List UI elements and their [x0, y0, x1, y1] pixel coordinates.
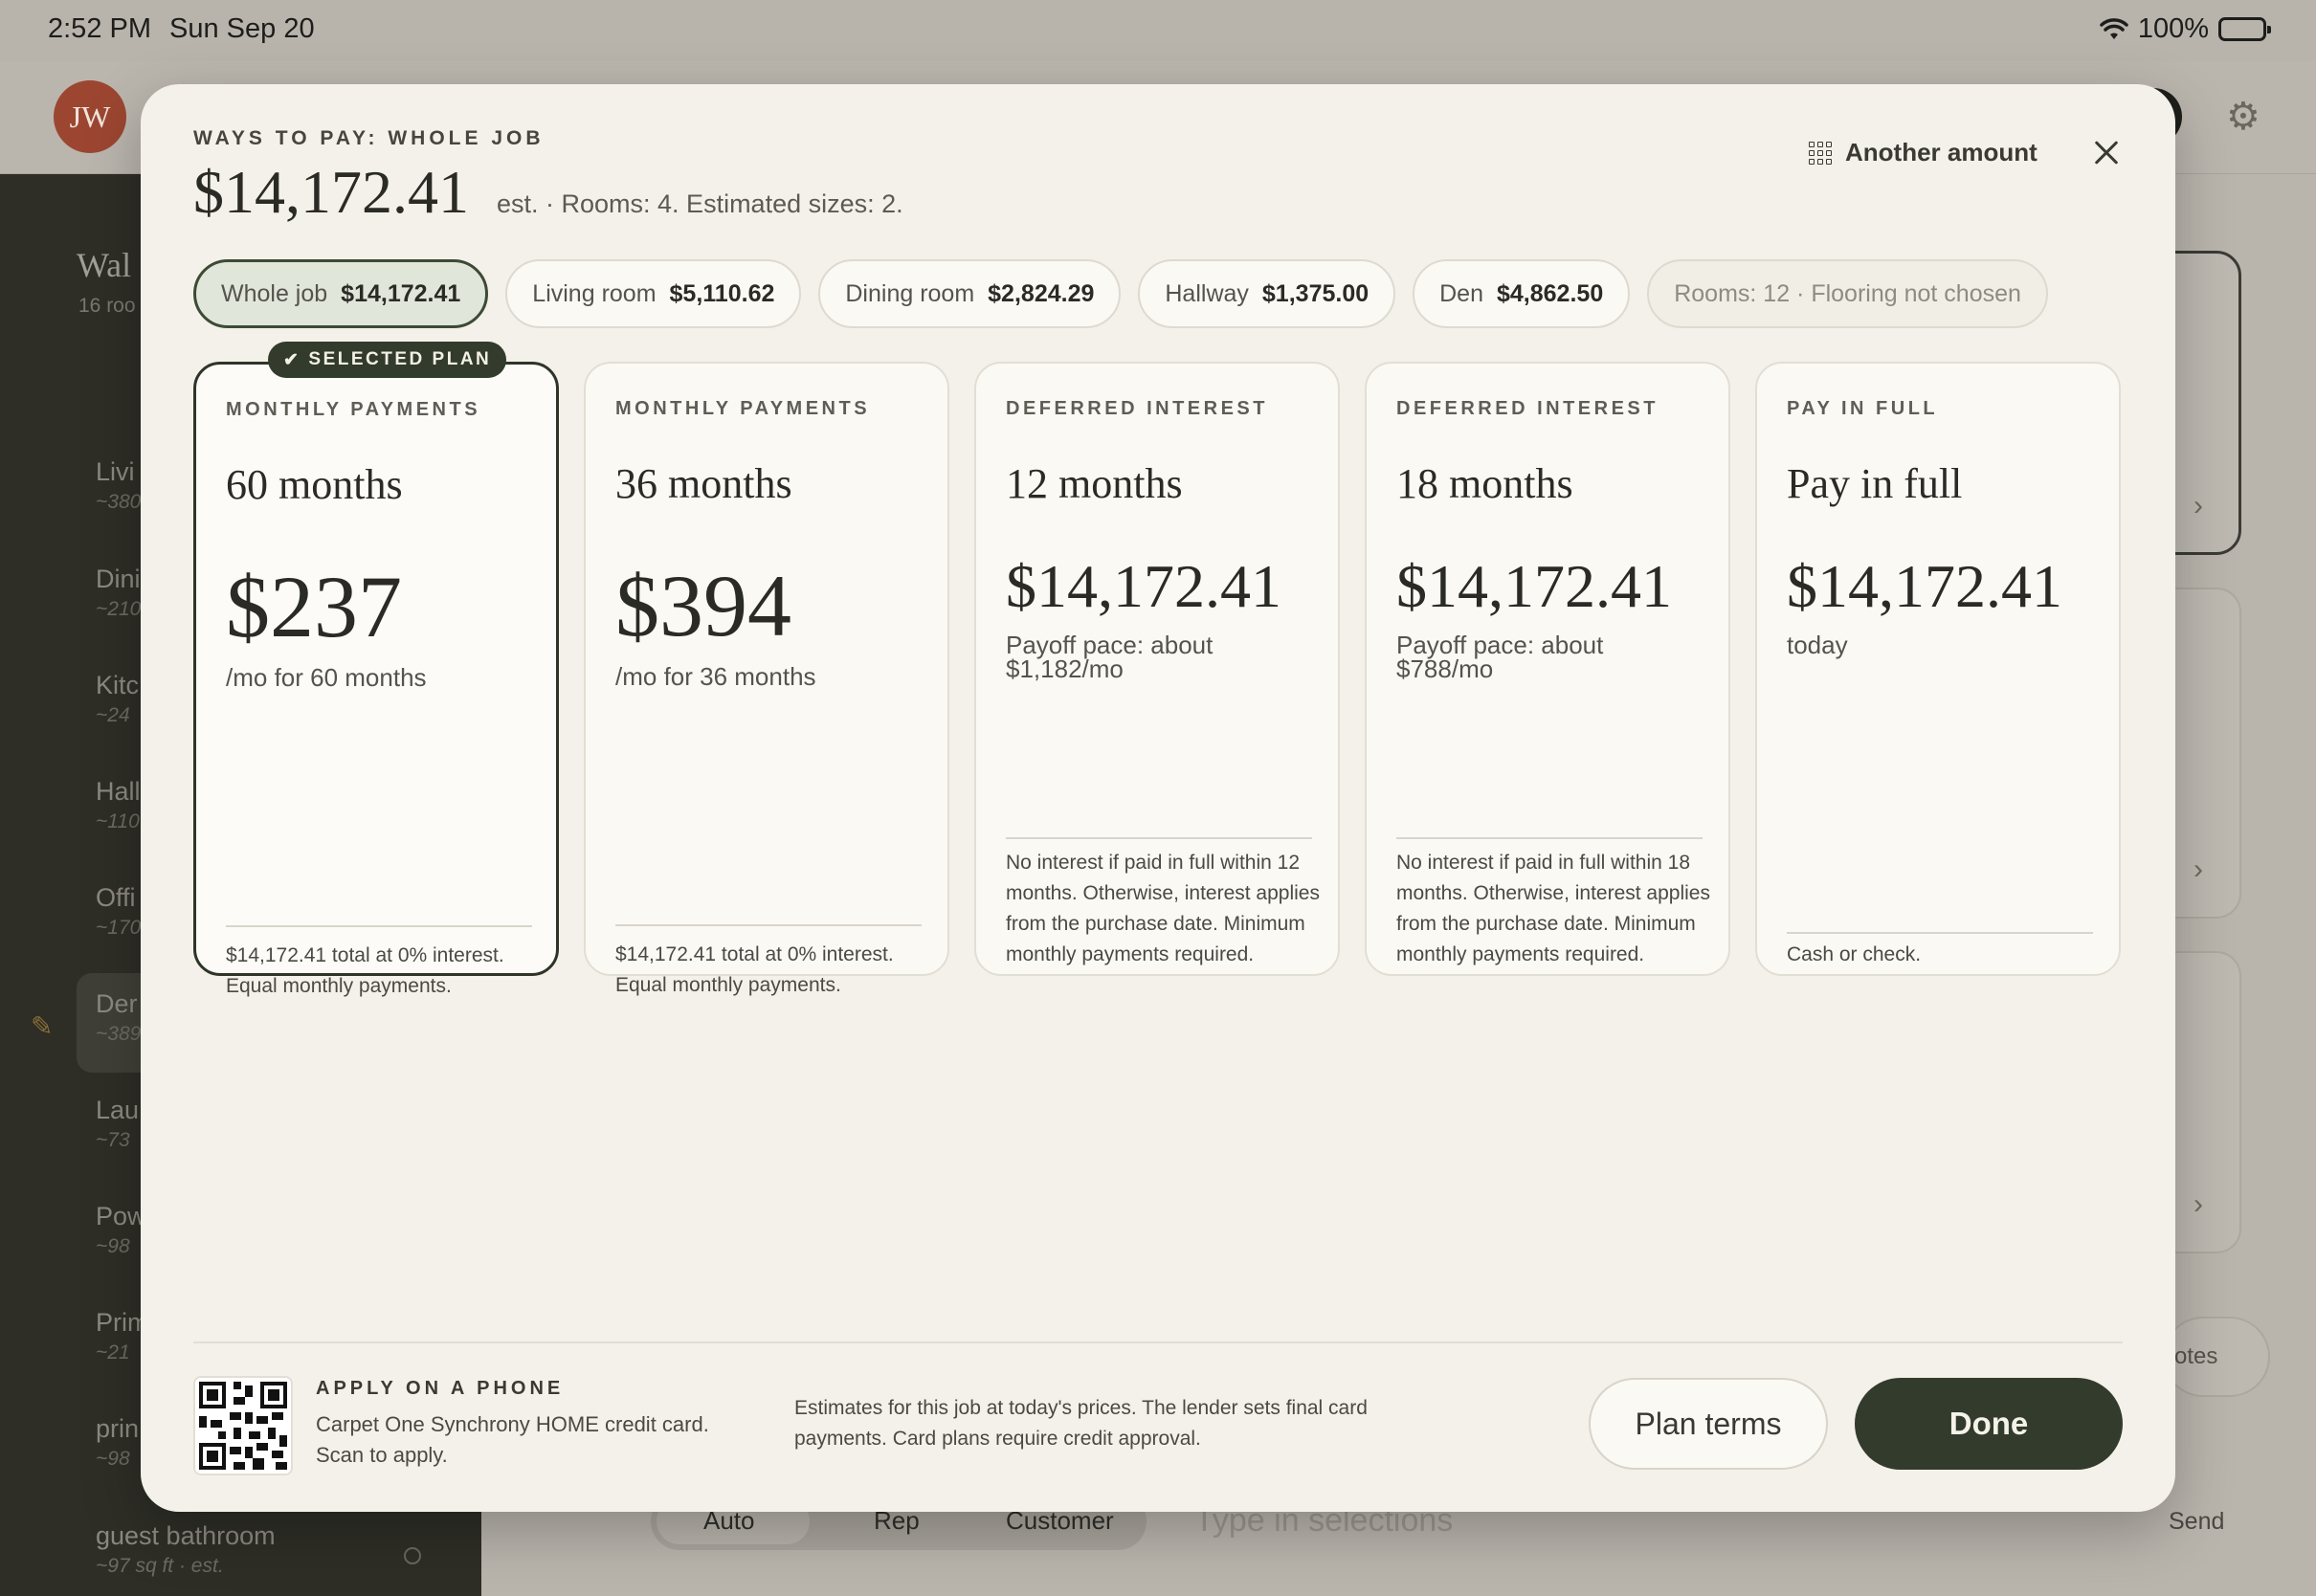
- plan-card-pay-in-full[interactable]: PAY IN FULL Pay in full $14,172.41 today…: [1755, 362, 2121, 976]
- plan-type: DEFERRED INTEREST: [1006, 398, 1268, 419]
- job-total: $14,172.41: [193, 158, 469, 226]
- chip-whole-job[interactable]: Whole job $14,172.41: [193, 259, 489, 328]
- plan-amount: $14,172.41: [1787, 552, 2062, 620]
- plan-card-12-months[interactable]: DEFERRED INTEREST 12 months $14,172.41 P…: [974, 362, 1340, 976]
- sidebar-subtitle: 16 roo: [78, 295, 136, 317]
- status-right: 100%: [2100, 13, 2271, 45]
- status-date: Sun Sep 20: [169, 13, 315, 44]
- room-radio[interactable]: [404, 1547, 421, 1564]
- plan-divider: [1006, 837, 1312, 839]
- plan-term: 18 months: [1396, 460, 1573, 507]
- battery-icon: [2218, 17, 2271, 41]
- pencil-icon[interactable]: ✎: [31, 1010, 53, 1042]
- notes-button[interactable]: otes: [2163, 1317, 2270, 1397]
- plan-footnote: $14,172.41 total at 0% interest. Equal m…: [226, 944, 504, 997]
- status-bar: 2:52 PM Sun Sep 20 100%: [0, 0, 2316, 61]
- plan-footnote: No interest if paid in full within 12 mo…: [1006, 852, 1320, 965]
- check-icon: ✔: [283, 349, 301, 370]
- apply-text: Carpet One Synchrony HOME credit card. S…: [316, 1412, 709, 1467]
- chevron-right-icon[interactable]: ›: [2194, 853, 2203, 886]
- gear-icon[interactable]: ⚙: [2226, 98, 2264, 136]
- chip-den[interactable]: Den $4,862.50: [1413, 259, 1631, 328]
- scope-chips: Whole job $14,172.41 Living room $5,110.62…: [193, 259, 2048, 328]
- chip-dining-room[interactable]: Dining room $2,824.29: [818, 259, 1122, 328]
- plan-amount: $14,172.41: [1396, 552, 1672, 620]
- plan-type: PAY IN FULL: [1787, 398, 1939, 419]
- plan-subtext: Payoff pace: about $788/mo: [1396, 631, 1604, 683]
- plan-type: DEFERRED INTEREST: [1396, 398, 1659, 419]
- modal-eyebrow: WAYS TO PAY: WHOLE JOB: [193, 127, 545, 149]
- qr-code-icon: [193, 1376, 293, 1475]
- apply-eyebrow: APPLY ON A PHONE: [316, 1378, 565, 1399]
- plan-term: 60 months: [226, 461, 403, 508]
- plan-divider: [615, 924, 922, 926]
- plan-card-36-months[interactable]: MONTHLY PAYMENTS 36 months $394 /mo for …: [584, 362, 949, 996]
- plan-subtext: Payoff pace: about $1,182/mo: [1006, 631, 1214, 683]
- plan-divider: [226, 925, 532, 927]
- plan-footnote: $14,172.41 total at 0% interest. Equal m…: [615, 943, 894, 996]
- plan-term: 36 months: [615, 460, 792, 507]
- chip-rooms-not-chosen: Rooms: 12 · Flooring not chosen: [1647, 259, 2048, 328]
- plan-amount: $237: [226, 558, 402, 655]
- estimate-note: est. · Rooms: 4. Estimated sizes: 2.: [497, 189, 903, 218]
- done-button[interactable]: Done: [1855, 1378, 2123, 1470]
- footer-divider: [193, 1341, 2123, 1343]
- plan-type: MONTHLY PAYMENTS: [226, 399, 481, 420]
- plan-subtext: /mo for 60 months: [226, 663, 427, 692]
- chevron-right-icon[interactable]: ›: [2194, 1188, 2203, 1221]
- plan-card-18-months[interactable]: DEFERRED INTEREST 18 months $14,172.41 P…: [1365, 362, 1730, 976]
- plan-footnote: Cash or check.: [1787, 943, 1922, 965]
- close-icon[interactable]: [2087, 134, 2126, 172]
- plan-footnote: No interest if paid in full within 18 mo…: [1396, 852, 1710, 965]
- another-amount-label: Another amount: [1845, 138, 2038, 166]
- plan-term: 12 months: [1006, 460, 1183, 507]
- another-amount-button[interactable]: Another amount: [1809, 138, 2038, 167]
- sidebar-title: Wal: [77, 246, 132, 284]
- estimate-disclaimer: Estimates for this job at today's prices…: [794, 1397, 1368, 1450]
- plan-amount: $394: [615, 557, 791, 654]
- ways-to-pay-modal: WAYS TO PAY: WHOLE JOB $14,172.41 est. ·…: [141, 84, 2175, 1512]
- plan-amount: $14,172.41: [1006, 552, 1281, 620]
- plan-divider: [1787, 932, 2093, 934]
- keypad-icon: [1809, 141, 1832, 165]
- plan-terms-button[interactable]: Plan terms: [1589, 1378, 1828, 1470]
- plan-type: MONTHLY PAYMENTS: [615, 398, 871, 419]
- selected-plan-badge: ✔ SELECTED PLAN: [268, 342, 507, 378]
- plan-term: Pay in full: [1787, 460, 1963, 507]
- avatar[interactable]: JW: [54, 80, 126, 153]
- chip-living-room[interactable]: Living room $5,110.62: [505, 259, 802, 328]
- chip-hallway[interactable]: Hallway $1,375.00: [1138, 259, 1396, 328]
- status-time: 2:52 PM: [48, 13, 151, 44]
- wifi-icon: [2100, 17, 2128, 39]
- plan-subtext: /mo for 36 months: [615, 662, 816, 691]
- plan-subtext: today: [1787, 631, 1848, 659]
- send-button[interactable]: Send: [2169, 1508, 2224, 1536]
- battery-percent: 100%: [2137, 13, 2209, 44]
- chevron-right-icon[interactable]: ›: [2194, 490, 2203, 522]
- plan-card-60-months[interactable]: ✔ SELECTED PLAN MONTHLY PAYMENTS 60 month…: [193, 342, 559, 997]
- plan-divider: [1396, 837, 1703, 839]
